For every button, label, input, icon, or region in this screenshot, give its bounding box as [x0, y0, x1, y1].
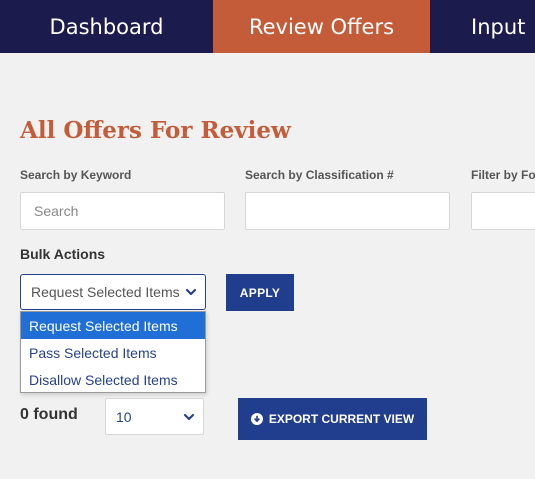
download-circle-icon: [250, 413, 263, 425]
page-title: All Offers For Review: [20, 117, 291, 144]
export-current-view-button[interactable]: EXPORT CURRENT VIEW: [238, 398, 427, 440]
apply-button[interactable]: APPLY: [226, 274, 294, 311]
bulk-actions-select[interactable]: Request Selected Items: [20, 274, 206, 310]
results-count: 0 found: [20, 406, 78, 423]
tab-review-offers[interactable]: Review Offers: [213, 0, 430, 53]
classification-label: Search by Classification #: [245, 168, 394, 182]
per-page-value: 10: [116, 408, 132, 425]
filter-label: Filter by Fo: [471, 168, 535, 182]
dropdown-option-request[interactable]: Request Selected Items: [21, 312, 205, 339]
dropdown-option-pass[interactable]: Pass Selected Items: [21, 339, 205, 366]
bulk-actions-label: Bulk Actions: [20, 246, 106, 262]
export-label: EXPORT CURRENT VIEW: [268, 412, 415, 426]
dropdown-option-disallow[interactable]: Disallow Selected Items: [21, 366, 205, 393]
bulk-actions-selected-value: Request Selected Items: [31, 284, 180, 300]
top-nav: Dashboard Review Offers Input: [0, 0, 535, 53]
keyword-search-input[interactable]: Search: [20, 192, 225, 230]
bulk-actions-dropdown-list: Request Selected Items Pass Selected Ite…: [20, 311, 206, 393]
chevron-down-icon: [183, 410, 195, 426]
filter-input[interactable]: [471, 192, 535, 230]
per-page-select[interactable]: 10: [105, 398, 204, 435]
tab-dashboard[interactable]: Dashboard: [0, 0, 213, 53]
chevron-down-icon: [185, 285, 197, 301]
tab-input[interactable]: Input: [430, 0, 535, 53]
keyword-label: Search by Keyword: [20, 168, 132, 182]
classification-search-input[interactable]: [245, 192, 450, 230]
